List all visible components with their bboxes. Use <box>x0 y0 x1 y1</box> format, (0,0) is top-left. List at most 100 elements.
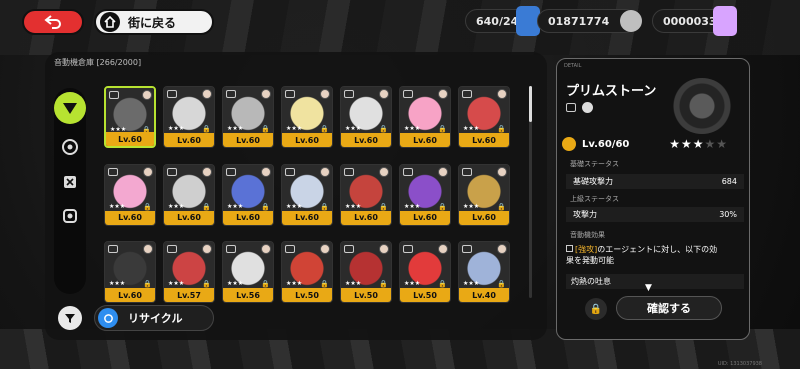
card-level: Lv.60 <box>164 133 214 147</box>
level-text: Lv.60/60 <box>582 138 630 150</box>
base-stat-row: 基礎攻撃力 684 <box>566 174 744 189</box>
card-level: Lv.60 <box>459 133 509 147</box>
w-engine-card[interactable]: ★★★ 🔒 Lv.60 <box>281 163 333 226</box>
uid-text: UID: 1313037938 <box>717 361 762 367</box>
agent-avatar-icon <box>142 90 152 100</box>
refinement-stars: ★★★★★ <box>669 137 728 151</box>
w-engine-card[interactable]: ★★★ 🔒 Lv.60 <box>281 86 333 148</box>
drive-category-button[interactable] <box>54 200 86 232</box>
filter-button[interactable] <box>58 306 82 330</box>
advanced-stat-row: 攻撃力 30% <box>566 207 744 222</box>
agent-avatar-icon <box>320 89 330 99</box>
card-stars: ★★★ <box>109 280 126 288</box>
agent-avatar-icon <box>261 89 271 99</box>
lock-icon: 🔒 <box>261 125 270 133</box>
w-engine-card[interactable]: ★★★ 🔒 Lv.60 <box>458 86 510 148</box>
w-engine-card[interactable]: ★★★ 🔒 Lv.60 <box>399 86 451 148</box>
lock-icon: 🔒 <box>589 303 603 315</box>
card-stars: ★★★ <box>345 125 362 132</box>
w-engine-card[interactable]: ★★★ 🔒 Lv.60 <box>104 163 156 226</box>
dennies-coin-icon <box>620 10 642 32</box>
w-engine-card[interactable]: ★★★ 🔒 Lv.60 <box>163 163 215 226</box>
rank-icon <box>403 245 413 254</box>
w-engine-card[interactable]: ★★★ 🔒 Lv.60 <box>340 163 392 226</box>
lock-icon: 🔒 <box>438 280 447 289</box>
agent-avatar-icon <box>261 166 271 177</box>
card-stars: ★★★ <box>286 202 303 210</box>
return-to-city-label: 街に戻る <box>128 15 177 30</box>
effect-class-icon <box>566 245 573 252</box>
rank-icon <box>108 245 118 254</box>
w-engine-card[interactable]: ★★★ 🔒 Lv.57 <box>163 241 215 304</box>
battery-counter[interactable]: 640/240 <box>465 6 540 36</box>
back-arrow-icon <box>44 15 61 29</box>
rank-icon <box>167 90 177 98</box>
w-engine-card[interactable]: ★★★ 🔒 Lv.60 <box>222 86 274 148</box>
w-engine-card[interactable]: ★★★ 🔒 Lv.60 <box>399 163 451 226</box>
w-engine-card[interactable]: ★★★ 🔒 Lv.60 <box>104 241 156 304</box>
rank-icon <box>462 245 472 254</box>
card-level: Lv.60 <box>282 133 332 147</box>
card-level: Lv.50 <box>341 288 391 303</box>
card-level: Lv.60 <box>164 210 214 225</box>
w-engine-card[interactable]: ★★★ 🔒 Lv.56 <box>222 241 274 304</box>
rank-icon <box>109 91 119 99</box>
funnel-icon <box>65 314 75 323</box>
card-level: Lv.60 <box>282 210 332 225</box>
film-counter[interactable]: 00000335 <box>652 6 737 36</box>
rank-icon <box>285 245 295 254</box>
lock-icon: 🔒 <box>143 280 152 289</box>
base-stats-heading: 基礎ステータス <box>570 160 619 168</box>
w-engine-card[interactable]: ★★★ 🔒 Lv.60 <box>340 86 392 148</box>
base-stat-label: 基礎攻撃力 <box>573 177 613 186</box>
w-engine-card[interactable]: ★★★ 🔒 Lv.60 <box>163 86 215 148</box>
card-stars: ★★★ <box>404 125 421 132</box>
lock-button[interactable]: 🔒 <box>585 298 607 320</box>
card-stars: ★★★ <box>286 125 303 132</box>
card-stars: ★★★ <box>463 202 480 210</box>
card-level: Lv.60 <box>106 132 154 146</box>
agent-avatar-icon <box>202 89 212 99</box>
lock-icon: 🔒 <box>438 125 447 133</box>
w-engine-card[interactable]: ★★★ 🔒 Lv.60 <box>104 86 156 148</box>
level-coin-icon <box>562 137 576 151</box>
agent-avatar-icon <box>379 89 389 99</box>
card-stars: ★★★ <box>227 125 244 132</box>
dennies-counter[interactable]: 01871774 <box>537 9 642 33</box>
w-engine-card[interactable]: ★★★ 🔒 Lv.60 <box>222 163 274 226</box>
bangboo-category-button[interactable] <box>54 166 86 198</box>
agent-avatar-icon <box>497 166 507 177</box>
return-to-city-button[interactable]: 街に戻る <box>94 9 214 35</box>
detail-tag: DETAIL <box>564 63 582 69</box>
w-engine-card[interactable]: ★★★ 🔒 Lv.50 <box>340 241 392 304</box>
w-engine-category-button[interactable] <box>54 92 86 124</box>
w-engine-card[interactable]: ★★★ 🔒 Lv.40 <box>458 241 510 304</box>
rank-icon <box>167 245 177 254</box>
lock-icon: 🔒 <box>261 280 270 289</box>
lock-icon: 🔒 <box>497 202 506 211</box>
recycle-button[interactable]: リサイクル <box>94 305 214 331</box>
w-engine-card[interactable]: ★★★ 🔒 Lv.50 <box>399 241 451 304</box>
back-button[interactable] <box>22 9 84 35</box>
rank-icon <box>344 245 354 254</box>
confirm-button[interactable]: 確認する <box>616 296 722 320</box>
w-engine-card[interactable]: ★★★ 🔒 Lv.60 <box>458 163 510 226</box>
base-stat-value: 684 <box>721 177 737 186</box>
card-stars: ★★★ <box>168 280 185 288</box>
lock-icon: 🔒 <box>438 202 447 211</box>
rank-icon <box>462 167 472 176</box>
effect-description: [強攻]のエージェントに対し、以下の効 果を発動可能 <box>566 245 718 265</box>
drive-icon <box>63 209 77 223</box>
card-level: Lv.60 <box>459 210 509 225</box>
w-engine-card[interactable]: ★★★ 🔒 Lv.50 <box>281 241 333 304</box>
rank-icon <box>344 167 354 176</box>
lock-icon: 🔒 <box>202 202 211 211</box>
disc-category-button[interactable] <box>54 131 86 163</box>
grid-scrollbar-thumb[interactable] <box>529 86 532 122</box>
home-icon <box>100 12 120 32</box>
rank-icon <box>344 90 354 98</box>
lock-icon: 🔒 <box>320 202 329 211</box>
chevron-down-icon[interactable]: ▼ <box>645 283 652 293</box>
lock-icon: 🔒 <box>143 202 152 211</box>
card-stars: ★★★ <box>227 280 244 288</box>
